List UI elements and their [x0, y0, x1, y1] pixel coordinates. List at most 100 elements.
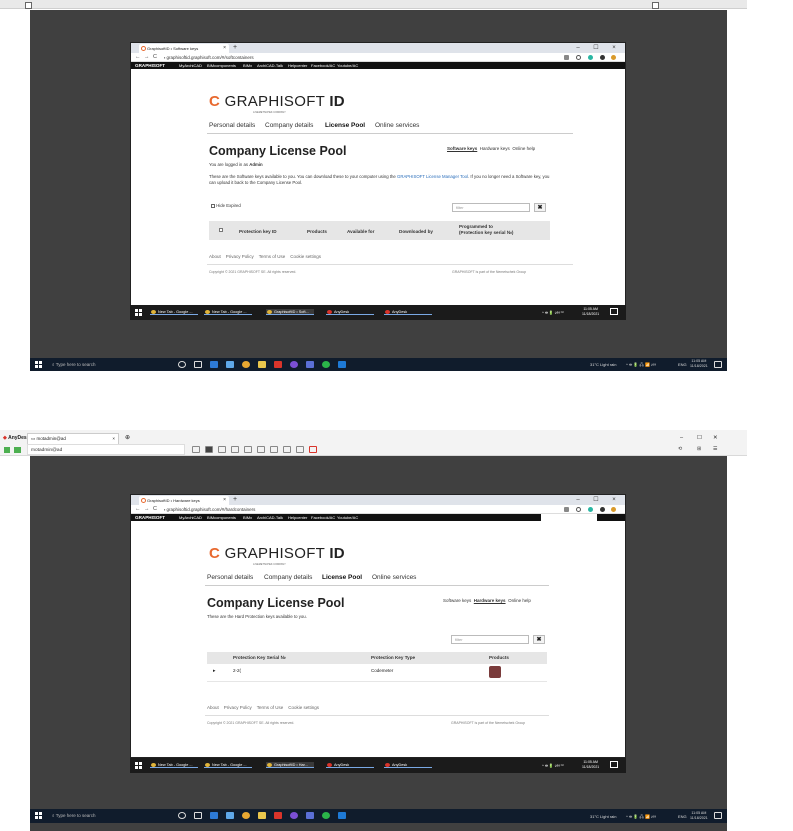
- footer-privacy-link[interactable]: Privacy Policy: [226, 254, 254, 259]
- anydesk-taskbar-icon[interactable]: [274, 812, 282, 819]
- tab-close-icon[interactable]: ×: [223, 44, 226, 53]
- toolbar-record-icon[interactable]: [309, 446, 317, 453]
- bookmark-facebook[interactable]: Facebook/AC: [311, 514, 335, 521]
- profile-avatar-icon[interactable]: [611, 507, 616, 512]
- teams-icon[interactable]: [306, 812, 314, 819]
- remote-tray-icons[interactable]: ^ ⛯ 🔋 🕬 ⁽¹⁾: [542, 763, 564, 770]
- toolbar-file-icon[interactable]: [231, 446, 239, 453]
- nav-personal-details[interactable]: Personal details: [207, 574, 253, 581]
- bookmark-bimcomponents[interactable]: BIMcomponents: [207, 62, 236, 69]
- remote-tray-icons[interactable]: ^ ⛯ 🔋 🕬 ⁽¹⁾: [542, 310, 564, 317]
- taskbar-search[interactable]: ⌕ Type here to search: [52, 809, 95, 823]
- puzzle-icon[interactable]: [600, 507, 605, 512]
- app-purple-icon[interactable]: [290, 361, 298, 368]
- toolbar-keyboard-icon[interactable]: [257, 446, 265, 453]
- mail-icon[interactable]: [226, 361, 234, 368]
- taskbar-search[interactable]: ⌕ Type here to search: [52, 358, 95, 371]
- col-protection-key-id[interactable]: Protection key ID: [239, 229, 277, 235]
- minimize-button[interactable]: –: [571, 495, 585, 505]
- language-indicator[interactable]: ENG: [678, 814, 687, 819]
- filter-input[interactable]: filter: [451, 635, 529, 644]
- task-graphisoft-tab[interactable]: GraphisoftID • Soft...: [266, 309, 314, 315]
- anydesk-maximize-button[interactable]: ☐: [697, 433, 702, 443]
- toolbar-actions-icon[interactable]: [244, 446, 252, 453]
- connection-status-icon[interactable]: [4, 447, 10, 453]
- start-icon[interactable]: [35, 361, 43, 369]
- anydesk-history-icon[interactable]: ⟲: [678, 444, 682, 456]
- footer-cookie-link[interactable]: Cookie settings: [288, 705, 319, 710]
- chrome-taskbar-icon[interactable]: [242, 361, 250, 368]
- remote-clock[interactable]: 11:05 AM 11/18/2021: [582, 760, 599, 769]
- bookmark-helpcenter[interactable]: Helpcenter: [288, 62, 307, 69]
- clear-filter-button[interactable]: ✖: [533, 635, 545, 644]
- back-icon[interactable]: ←: [135, 505, 141, 514]
- bookmark-graphisoft[interactable]: GRAPHISOFT: [135, 514, 165, 521]
- maximize-button[interactable]: ☐: [589, 495, 603, 505]
- software-keys-link[interactable]: Software keys: [447, 146, 477, 151]
- reload-icon[interactable]: C: [153, 53, 157, 62]
- toolbar-chat-icon[interactable]: [218, 446, 226, 453]
- col-products[interactable]: Products: [489, 655, 509, 661]
- nav-license-pool[interactable]: License Pool: [325, 122, 365, 129]
- task-anydesk-2[interactable]: AnyDesk: [384, 762, 432, 768]
- notifications-icon[interactable]: [714, 812, 722, 819]
- task-chrome-1[interactable]: New Tab - Google ...: [150, 762, 198, 768]
- weather-widget[interactable]: 31°C Light rain: [590, 362, 617, 367]
- system-tray-icons[interactable]: ^ ⛯ 🔋 🖧 📶 🕬: [626, 362, 656, 369]
- app-blue-icon[interactable]: [338, 812, 346, 819]
- url-field[interactable]: ▪ graphisoftid.graphisoft.com/#/softcont…: [164, 54, 254, 61]
- online-help-link[interactable]: Online help: [512, 146, 535, 151]
- graphisoft-logo[interactable]: C GRAPHISOFT ID: [209, 93, 345, 110]
- footer-about-link[interactable]: About: [207, 705, 219, 710]
- notifications-icon[interactable]: [714, 361, 722, 368]
- remote-start-icon[interactable]: [135, 762, 143, 770]
- task-view-icon[interactable]: [194, 812, 202, 819]
- remote-notification-icon[interactable]: [610, 308, 618, 315]
- col-key-type[interactable]: Protection Key Type: [371, 655, 415, 661]
- task-chrome-1[interactable]: New Tab - Google ...: [150, 309, 198, 315]
- forward-icon[interactable]: →: [144, 53, 150, 62]
- teams-icon[interactable]: [306, 361, 314, 368]
- footer-cookie-link[interactable]: Cookie settings: [290, 254, 321, 259]
- reload-icon[interactable]: C: [153, 505, 157, 514]
- toolbar-draw-icon[interactable]: [296, 446, 304, 453]
- hardware-keys-link[interactable]: Hardware keys: [480, 146, 510, 151]
- footer-terms-link[interactable]: Terms of Use: [257, 705, 284, 710]
- toolbar-settings-icon[interactable]: [283, 446, 291, 453]
- task-graphisoft-tab[interactable]: GraphisoftID • Har...: [266, 762, 314, 768]
- remote-clock[interactable]: 11:05 AM 11/18/2021: [582, 307, 599, 316]
- task-anydesk-2[interactable]: AnyDesk: [384, 309, 432, 315]
- task-anydesk-1[interactable]: AnyDesk: [326, 309, 374, 315]
- whatsapp-icon[interactable]: [322, 361, 330, 368]
- remote-screen-icon[interactable]: [14, 447, 21, 453]
- outlook-icon[interactable]: [210, 812, 218, 819]
- back-icon[interactable]: ←: [135, 53, 141, 62]
- remote-tab-close-icon[interactable]: ×: [112, 434, 115, 444]
- puzzle-icon[interactable]: [600, 55, 605, 60]
- minimize-button[interactable]: –: [571, 43, 585, 53]
- bookmark-bimcomponents[interactable]: BIMcomponents: [207, 514, 236, 521]
- task-anydesk-1[interactable]: AnyDesk: [326, 762, 374, 768]
- filter-input[interactable]: filter: [452, 203, 530, 212]
- file-explorer-icon[interactable]: [258, 361, 266, 368]
- system-tray-icons[interactable]: ^ ⛯ 🔋 🖧 📶 🕬: [626, 814, 656, 821]
- bookmark-facebook[interactable]: Facebook/AC: [311, 62, 335, 69]
- outlook-icon[interactable]: [210, 361, 218, 368]
- new-session-icon[interactable]: ⊕: [125, 433, 130, 443]
- language-indicator[interactable]: ENG: [678, 362, 687, 367]
- software-keys-link[interactable]: Software keys: [443, 598, 471, 603]
- browser-tab-software-keys[interactable]: GraphisoftID • Software keys ×: [139, 44, 229, 53]
- extension-icon[interactable]: [588, 507, 593, 512]
- system-clock[interactable]: 11:05 AM 11/18/2021: [690, 811, 708, 821]
- online-help-link[interactable]: Online help: [508, 598, 531, 603]
- bookmark-archicad-talk[interactable]: ArchiCAD-Talk: [257, 514, 283, 521]
- license-manager-tool-link[interactable]: GRAPHISOFT License Manager Tool: [397, 174, 468, 179]
- whatsapp-icon[interactable]: [322, 812, 330, 819]
- app-blue-icon[interactable]: [338, 361, 346, 368]
- anydesk-taskbar-icon[interactable]: [274, 361, 282, 368]
- bookmark-helpcenter[interactable]: Helpcenter: [288, 514, 307, 521]
- remote-notification-icon[interactable]: [610, 761, 618, 768]
- bookmark-bimx[interactable]: BIMx: [243, 514, 252, 521]
- anydesk-minimize-button[interactable]: –: [680, 433, 683, 443]
- key-icon[interactable]: [564, 507, 569, 512]
